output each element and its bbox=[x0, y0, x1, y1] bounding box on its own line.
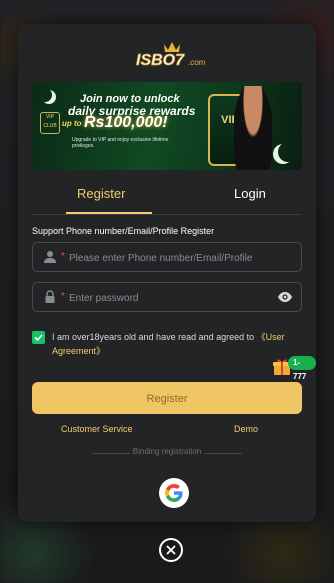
agreement-checkbox[interactable] bbox=[32, 331, 45, 344]
banner-fineprint: Upgrade to VIP and enjoy exclusive lifet… bbox=[72, 137, 169, 149]
divider-line bbox=[204, 453, 242, 454]
svg-text:ISBO7: ISBO7 bbox=[136, 52, 185, 69]
google-login-button[interactable] bbox=[159, 478, 189, 508]
binding-registration: Binding registration bbox=[32, 447, 302, 456]
eye-icon[interactable] bbox=[277, 290, 293, 304]
divider-line bbox=[92, 453, 130, 454]
tab-register[interactable]: Register bbox=[77, 186, 125, 201]
agreement-text: I am over18years old and have read and a… bbox=[52, 330, 310, 358]
required-mark: * bbox=[61, 251, 65, 262]
agreement-statement: I am over18years old and have read and a… bbox=[52, 332, 255, 342]
promo-banner[interactable]: VIP CLUB Join now to unlock daily surpri… bbox=[32, 82, 302, 170]
gift-badge[interactable]: 1-777 bbox=[288, 356, 316, 381]
svg-text:.com: .com bbox=[188, 58, 206, 67]
close-button[interactable] bbox=[159, 538, 183, 562]
customer-service-link[interactable]: Customer Service bbox=[61, 424, 133, 434]
tab-divider bbox=[32, 214, 302, 215]
password-input[interactable] bbox=[67, 289, 281, 307]
account-field: * bbox=[32, 242, 302, 272]
auth-tabs: Register Login bbox=[32, 182, 302, 216]
banner-amount: Rs100,000! bbox=[84, 114, 168, 131]
user-icon bbox=[44, 251, 56, 263]
demo-link[interactable]: Demo bbox=[234, 424, 258, 434]
crescent-moon-icon bbox=[38, 88, 52, 102]
password-field: * bbox=[32, 282, 302, 312]
check-icon bbox=[34, 334, 43, 342]
register-modal: ISBO7 .com VIP CLUB Join now to unlock d… bbox=[18, 24, 316, 522]
support-label: Support Phone number/Email/Profile Regis… bbox=[32, 226, 215, 236]
vip-club-badge: VIP CLUB bbox=[40, 112, 60, 134]
binding-label: Binding registration bbox=[132, 447, 202, 456]
tab-login[interactable]: Login bbox=[234, 186, 266, 201]
close-icon bbox=[166, 545, 176, 555]
required-mark: * bbox=[61, 291, 65, 302]
register-button[interactable]: Register bbox=[32, 382, 302, 414]
banner-model-image bbox=[234, 86, 272, 170]
brand-logo: ISBO7 .com bbox=[130, 38, 220, 72]
lock-icon bbox=[45, 290, 55, 303]
account-input[interactable] bbox=[67, 249, 281, 267]
google-icon bbox=[165, 484, 183, 502]
crescent-flag-icon bbox=[278, 142, 298, 162]
footer-links: Customer Service Demo bbox=[32, 424, 302, 438]
banner-line3: up to bbox=[62, 119, 82, 128]
agreement-row: I am over18years old and have read and a… bbox=[32, 330, 312, 360]
